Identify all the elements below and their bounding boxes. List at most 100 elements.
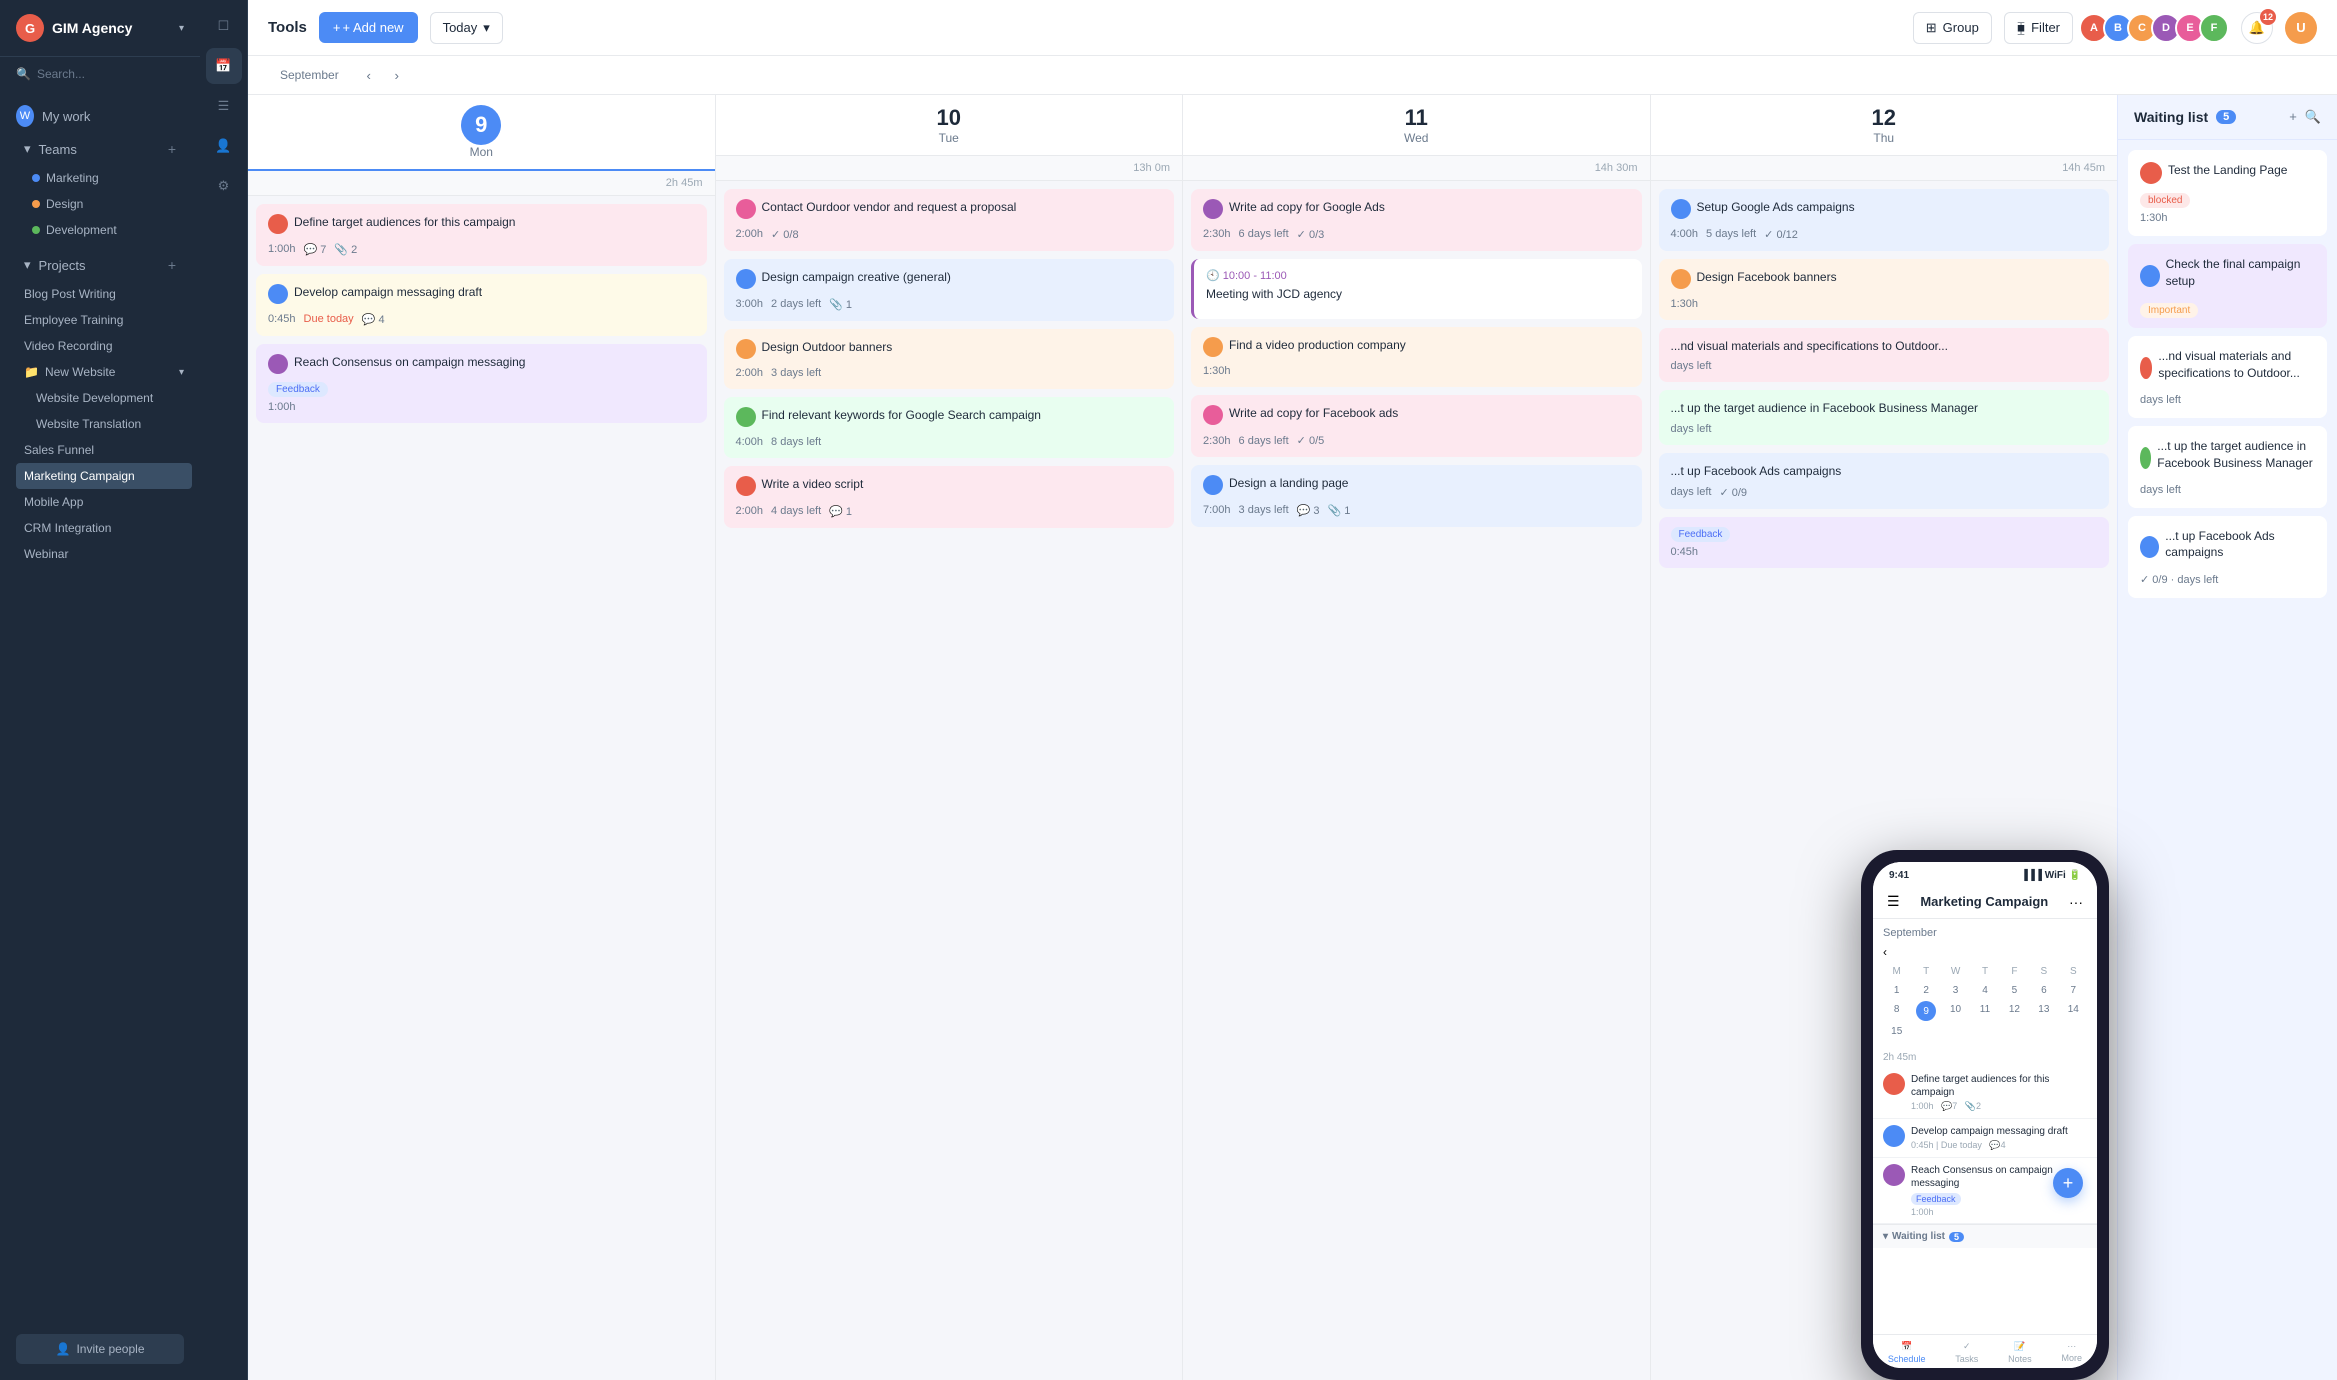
phone-waiting-section: ▾ Waiting list 5	[1873, 1224, 2097, 1248]
task-card[interactable]: Feedback 0:45h	[1659, 517, 2110, 568]
phone-task[interactable]: Develop campaign messaging draft 0:45h |…	[1873, 1119, 2097, 1158]
cal-day[interactable]: 11	[1971, 1001, 1998, 1021]
cal-day[interactable]: 7	[2060, 982, 2087, 999]
task-card[interactable]: Design Facebook banners 1:30h	[1659, 259, 2110, 320]
chevron-icon: ▾	[24, 141, 31, 157]
user-avatar[interactable]: U	[2285, 12, 2317, 44]
cal-day[interactable]: 10	[1942, 1001, 1969, 1021]
task-card[interactable]: Write ad copy for Google Ads 2:30h 6 day…	[1191, 189, 1642, 251]
cal-day[interactable]: 14	[2060, 1001, 2087, 1021]
phone-content: September ‹ M T W T F S S 1 2 3	[1873, 919, 2097, 1334]
sidebar-header: G GIM Agency ▾	[0, 0, 200, 57]
task-card[interactable]: Design campaign creative (general) 3:00h…	[724, 259, 1175, 321]
waiting-card[interactable]: ...t up Facebook Ads campaigns ✓ 0/9 · d…	[2128, 516, 2327, 599]
phone-menu-icon[interactable]: ☰	[1887, 893, 1900, 910]
today-button[interactable]: Today ▾	[430, 12, 503, 44]
filter-button[interactable]: ⧯ Filter	[2004, 12, 2073, 44]
next-week-button[interactable]: ›	[383, 61, 411, 89]
task-card[interactable]: ...nd visual materials and specification…	[1659, 328, 2110, 383]
task-card[interactable]: Design a landing page 7:00h 3 days left …	[1191, 465, 1642, 527]
waiting-card[interactable]: Check the final campaign setup Important	[2128, 244, 2327, 329]
project-employee-training[interactable]: Employee Training	[16, 307, 192, 333]
team-marketing[interactable]: Marketing	[24, 165, 192, 191]
project-marketing-campaign[interactable]: Marketing Campaign	[16, 463, 192, 489]
cal-day[interactable]: 3	[1942, 982, 1969, 999]
phone-more-icon[interactable]: ···	[2069, 894, 2083, 910]
waiting-card[interactable]: ...nd visual materials and specification…	[2128, 336, 2327, 418]
calendar-icon[interactable]: 📅	[206, 48, 242, 84]
project-crm[interactable]: CRM Integration	[16, 515, 192, 541]
cal-day[interactable]: 13	[2030, 1001, 2057, 1021]
team-design[interactable]: Design	[24, 191, 192, 217]
task-card[interactable]: Define target audiences for this campaig…	[256, 204, 707, 266]
cal-day[interactable]: 1	[1883, 982, 1910, 999]
waiting-card-title: ...t up the target audience in Facebook …	[2157, 438, 2315, 472]
list-icon[interactable]: ☰	[206, 88, 242, 124]
waiting-card[interactable]: Test the Landing Page blocked 1:30h	[2128, 150, 2327, 236]
task-meta: days left	[1671, 360, 2098, 372]
sidebar-item-teams[interactable]: ▾ Teams +	[8, 133, 192, 165]
task-card[interactable]: Setup Google Ads campaigns 4:00h 5 days …	[1659, 189, 2110, 251]
task-card[interactable]: Find relevant keywords for Google Search…	[724, 397, 1175, 458]
task-meta: 2:00h ✓ 0/8	[736, 228, 1163, 241]
checkbox-icon[interactable]: ☐	[206, 8, 242, 44]
chevron-down-icon[interactable]: ▾	[179, 23, 184, 34]
project-sales-funnel[interactable]: Sales Funnel	[16, 437, 192, 463]
cal-day[interactable]: 6	[2030, 982, 2057, 999]
prev-week-button[interactable]: ‹	[355, 61, 383, 89]
waiting-card[interactable]: ...t up the target audience in Facebook …	[2128, 426, 2327, 508]
project-webinar[interactable]: Webinar	[16, 541, 192, 567]
avatar-6[interactable]: F	[2199, 13, 2229, 43]
phone-cal-prev[interactable]: ‹	[1883, 945, 1887, 959]
project-website-translation[interactable]: Website Translation	[28, 411, 192, 437]
phone-waiting-chevron[interactable]: ▾	[1883, 1231, 1888, 1242]
phone-task[interactable]: Define target audiences for this campaig…	[1873, 1067, 2097, 1119]
project-new-website[interactable]: 📁 New Website ▾	[16, 359, 192, 385]
phone-footer-tasks[interactable]: ✓ Tasks	[1955, 1341, 1978, 1364]
add-new-button[interactable]: + + Add new	[319, 12, 418, 43]
add-team-icon[interactable]: +	[168, 141, 176, 157]
cal-day[interactable]: 12	[2001, 1001, 2028, 1021]
cal-day[interactable]: 15	[1883, 1023, 1910, 1040]
day-tasks-wed: Write ad copy for Google Ads 2:30h 6 day…	[1183, 181, 1650, 535]
add-waiting-icon[interactable]: +	[2289, 109, 2297, 125]
phone-footer-schedule[interactable]: 📅 Schedule	[1888, 1341, 1926, 1364]
group-button[interactable]: ⊞ Group	[1913, 12, 1992, 44]
task-card[interactable]: ...t up the target audience in Facebook …	[1659, 390, 2110, 445]
cal-day-today[interactable]: 9	[1912, 1001, 1939, 1021]
project-mobile-app[interactable]: Mobile App	[16, 489, 192, 515]
task-time: 1:30h	[1671, 298, 1699, 310]
team-avatars[interactable]: A B C D E F	[2085, 13, 2229, 43]
settings-icon[interactable]: ⚙	[206, 168, 242, 204]
task-card[interactable]: Write ad copy for Facebook ads 2:30h 6 d…	[1191, 395, 1642, 457]
task-card[interactable]: Reach Consensus on campaign messaging Fe…	[256, 344, 707, 424]
sidebar-item-mywork[interactable]: W My work	[0, 99, 200, 133]
phone-footer-more[interactable]: ··· More	[2062, 1341, 2083, 1364]
day-col-mon: 9 Mon 2h 45m Define target audiences for…	[248, 95, 716, 1380]
task-card[interactable]: Contact Ourdoor vendor and request a pro…	[724, 189, 1175, 251]
task-card[interactable]: Design Outdoor banners 2:00h 3 days left	[724, 329, 1175, 390]
project-website-dev[interactable]: Website Development	[28, 385, 192, 411]
task-card[interactable]: Find a video production company 1:30h	[1191, 327, 1642, 388]
person-nav-icon[interactable]: 👤	[206, 128, 242, 164]
search-waiting-icon[interactable]: 🔍	[2305, 109, 2321, 125]
project-blog-post[interactable]: Blog Post Writing	[16, 281, 192, 307]
notification-button[interactable]: 🔔 12	[2241, 12, 2273, 44]
cal-day[interactable]: 4	[1971, 982, 1998, 999]
phone-footer-notes[interactable]: 📝 Notes	[2008, 1341, 2032, 1364]
task-card[interactable]: Write a video script 2:00h 4 days left 💬…	[724, 466, 1175, 528]
invite-people-button[interactable]: 👤 Invite people	[16, 1334, 184, 1364]
add-project-icon[interactable]: +	[168, 257, 176, 273]
task-card[interactable]: ...t up Facebook Ads campaigns days left…	[1659, 453, 2110, 509]
cal-day[interactable]: 5	[2001, 982, 2028, 999]
time-event-card[interactable]: 🕙 10:00 - 11:00 Meeting with JCD agency	[1191, 259, 1642, 319]
cal-day[interactable]: 8	[1883, 1001, 1910, 1021]
sidebar-item-projects[interactable]: ▾ Projects +	[8, 249, 192, 281]
phone-waiting-count: 5	[1949, 1232, 1964, 1242]
task-card[interactable]: Develop campaign messaging draft 0:45h D…	[256, 274, 707, 336]
team-development[interactable]: Development	[24, 217, 192, 243]
project-video-recording[interactable]: Video Recording	[16, 333, 192, 359]
cal-day[interactable]: 2	[1912, 982, 1939, 999]
phone-fab-button[interactable]: +	[2053, 1168, 2083, 1198]
sidebar-search-area[interactable]: 🔍 Search...	[0, 57, 200, 91]
